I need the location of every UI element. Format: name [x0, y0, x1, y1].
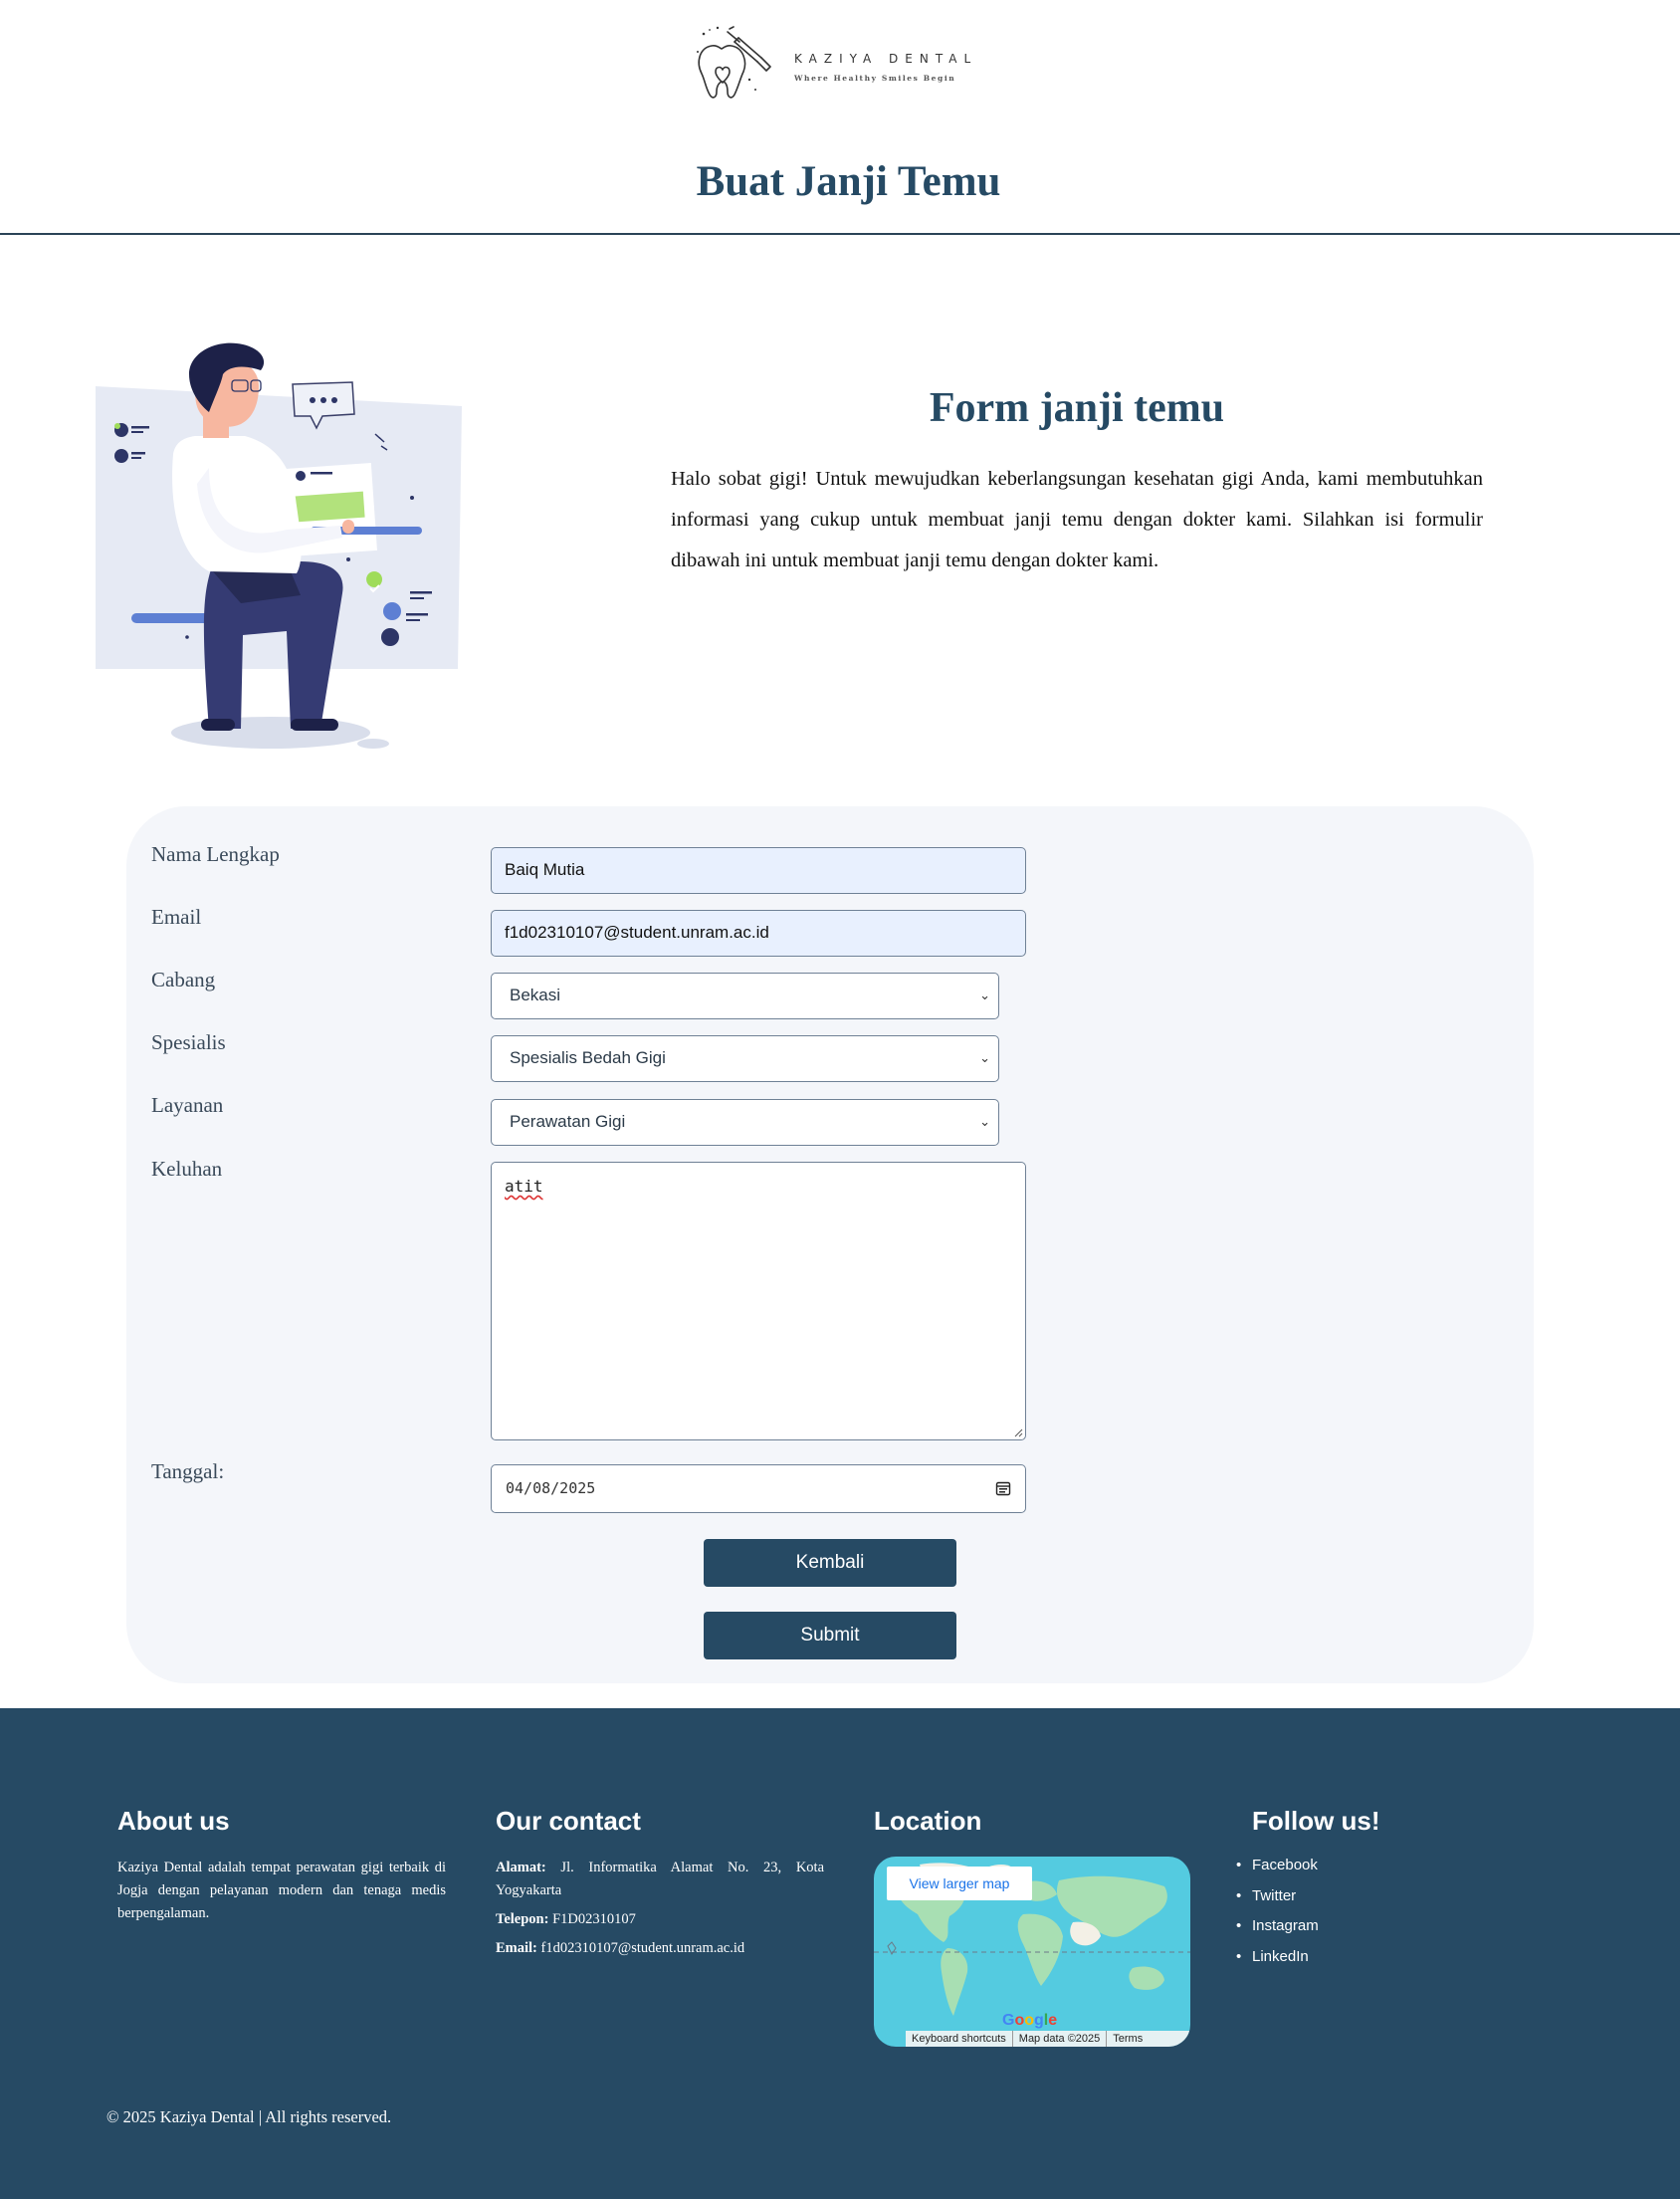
layanan-select[interactable]: Perawatan Gigi ⌄: [491, 1099, 999, 1146]
social-links: Facebook Twitter Instagram LinkedIn: [1236, 1854, 1319, 1975]
view-larger-map-link[interactable]: View larger map: [887, 1867, 1032, 1900]
keluhan-value: atit: [505, 1177, 543, 1196]
cabang-value: Bekasi: [510, 986, 561, 1004]
spesialis-select[interactable]: Spesialis Bedah Gigi ⌄: [491, 1035, 999, 1082]
map-data-text: Map data ©2025: [1013, 2031, 1108, 2047]
keyboard-shortcuts-link[interactable]: Keyboard shortcuts: [906, 2031, 1013, 2047]
follow-heading: Follow us!: [1252, 1806, 1380, 1836]
calendar-icon[interactable]: [995, 1480, 1011, 1496]
about-text: Kaziya Dental adalah tempat perawatan gi…: [117, 1860, 446, 1921]
chevron-down-icon: ⌄: [979, 1050, 990, 1065]
form-heading: Form janji temu: [929, 385, 1225, 431]
site-footer: About us Kaziya Dental adalah tempat per…: [0, 1708, 1680, 2199]
keluhan-label: Keluhan: [151, 1157, 223, 1181]
chevron-down-icon: ⌄: [979, 1114, 990, 1129]
about-heading: About us: [117, 1806, 230, 1836]
spesialis-label: Spesialis: [151, 1030, 226, 1054]
contact-phone: Telepon: F1D02310107: [496, 1908, 636, 1931]
tanggal-input[interactable]: 04/08/2025: [491, 1464, 1026, 1513]
cabang-label: Cabang: [151, 968, 216, 991]
phone-label: Telepon:: [496, 1911, 549, 1927]
cabang-select[interactable]: Bekasi ⌄: [491, 973, 999, 1019]
contact-email: Email: f1d02310107@student.unram.ac.id: [496, 1937, 744, 1960]
address-label: Alamat:: [496, 1860, 546, 1875]
layanan-label: Layanan: [151, 1093, 224, 1117]
layanan-value: Perawatan Gigi: [510, 1112, 626, 1131]
email-label: Email: [151, 905, 202, 929]
tanggal-label: Tanggal:: [151, 1459, 225, 1483]
location-heading: Location: [874, 1806, 982, 1836]
spesialis-value: Spesialis Bedah Gigi: [510, 1048, 666, 1067]
email-value-footer[interactable]: f1d02310107@student.unram.ac.id: [541, 1940, 745, 1956]
logo-wordmark: KAZIYA DENTAL: [794, 52, 978, 66]
terms-link[interactable]: Terms: [1107, 2031, 1149, 2047]
linkedin-link[interactable]: LinkedIn: [1236, 1945, 1319, 1976]
email-input[interactable]: f1d02310107@student.unram.ac.id: [491, 910, 1026, 957]
copyright-text: © 2025 Kaziya Dental | All rights reserv…: [106, 2107, 392, 2126]
email-label-footer: Email:: [496, 1940, 537, 1956]
logo-tagline: Where Healthy Smiles Begin: [794, 74, 956, 83]
facebook-link[interactable]: Facebook: [1236, 1854, 1319, 1884]
site-header: KAZIYA DENTAL Where Healthy Smiles Begin…: [0, 0, 1680, 235]
back-button[interactable]: Kembali: [704, 1539, 956, 1587]
intro-text: Halo sobat gigi! Untuk mewujudkan keberl…: [671, 468, 1483, 571]
keluhan-textarea[interactable]: atit: [491, 1162, 1026, 1440]
resize-grip-icon[interactable]: [1013, 1428, 1023, 1437]
location-map[interactable]: View larger map Google Keyboard shortcut…: [874, 1857, 1190, 2047]
nama-label: Nama Lengkap: [151, 842, 280, 866]
map-attribution-bar: Keyboard shortcuts Map data ©2025 Terms: [906, 2031, 1190, 2047]
phone-value: F1D02310107: [552, 1911, 636, 1927]
contact-heading: Our contact: [496, 1806, 641, 1836]
nama-input[interactable]: Baiq Mutia: [491, 847, 1026, 894]
page-title: Buat Janji Temu: [696, 158, 1001, 205]
person-at-desk-illustration: [96, 342, 462, 749]
instagram-link[interactable]: Instagram: [1236, 1914, 1319, 1945]
chevron-down-icon: ⌄: [979, 988, 990, 1002]
tooth-logo-icon: [697, 26, 771, 99]
contact-address: Alamat: Jl. Informatika Alamat No. 23, K…: [496, 1857, 824, 1902]
brand-logo[interactable]: KAZIYA DENTAL Where Healthy Smiles Begin: [692, 22, 1000, 104]
twitter-link[interactable]: Twitter: [1236, 1884, 1319, 1915]
submit-button[interactable]: Submit: [704, 1612, 956, 1659]
tanggal-value: 04/08/2025: [506, 1479, 596, 1497]
google-logo: Google: [1002, 2012, 1058, 2029]
